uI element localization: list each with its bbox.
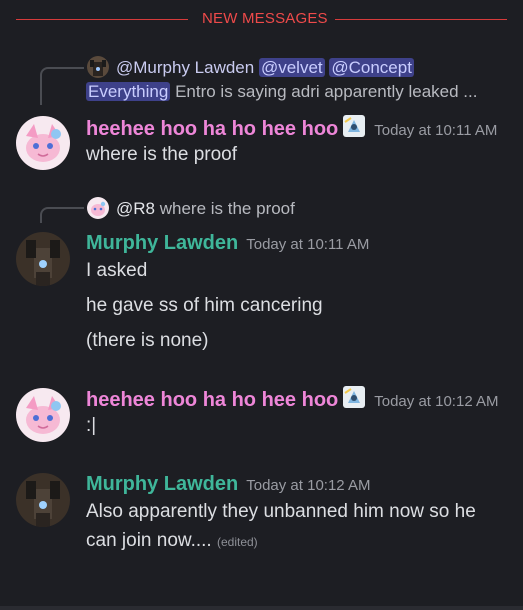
bottom-edge xyxy=(0,606,523,610)
message-text: where is the proof xyxy=(86,144,238,165)
new-messages-divider: NEW MESSAGES xyxy=(0,10,523,30)
message-timestamp: Today at 10:11 AM xyxy=(246,236,370,253)
message-timestamp: Today at 10:11 AM xyxy=(374,122,498,139)
message-text: :| xyxy=(86,415,97,436)
reply-snippet: Entro is saying adri apparently leaked .… xyxy=(175,82,478,101)
reply-spine xyxy=(40,67,84,105)
mention-velvet[interactable]: @velvet xyxy=(258,58,325,77)
message-author[interactable]: Murphy Lawden xyxy=(86,473,238,495)
robot-avatar[interactable] xyxy=(16,232,70,286)
message-text: (there is none) xyxy=(86,330,209,351)
message-author[interactable]: heehee hoo ha ho hee hoo xyxy=(86,118,338,140)
robot-avatar[interactable] xyxy=(16,473,70,527)
message-author[interactable]: heehee hoo ha ho hee hoo xyxy=(86,389,338,411)
mention-everything[interactable]: Everything xyxy=(86,82,171,101)
pokemon-badge-icon xyxy=(342,114,366,138)
message-text: can join now.... xyxy=(86,530,212,551)
message-timestamp: Today at 10:12 AM xyxy=(246,477,371,494)
pink-sylveon-avatar[interactable] xyxy=(16,116,70,170)
message-text: he gave ss of him cancering xyxy=(86,295,323,316)
new-messages-label: NEW MESSAGES xyxy=(202,10,328,27)
divider-line-left xyxy=(16,19,188,20)
reply-spine xyxy=(40,207,84,223)
reply-author-avatar xyxy=(87,56,109,78)
message-text: Also apparently they unbanned him now so… xyxy=(86,501,476,522)
pokemon-badge-icon xyxy=(342,385,366,409)
reply-snippet: where is the proof xyxy=(159,199,295,218)
reply-author-name[interactable]: @Murphy Lawden xyxy=(116,58,254,77)
message-author[interactable]: Murphy Lawden xyxy=(86,232,238,254)
reply-author-avatar xyxy=(87,197,109,219)
pink-sylveon-avatar[interactable] xyxy=(16,388,70,442)
mention-concept[interactable]: @Concept xyxy=(329,58,414,77)
edited-marker: (edited) xyxy=(216,535,258,549)
message-text: I asked xyxy=(86,260,148,281)
reply-author-name[interactable]: @R8 xyxy=(116,199,155,218)
message-timestamp: Today at 10:12 AM xyxy=(374,393,499,410)
divider-line-right xyxy=(335,19,507,20)
